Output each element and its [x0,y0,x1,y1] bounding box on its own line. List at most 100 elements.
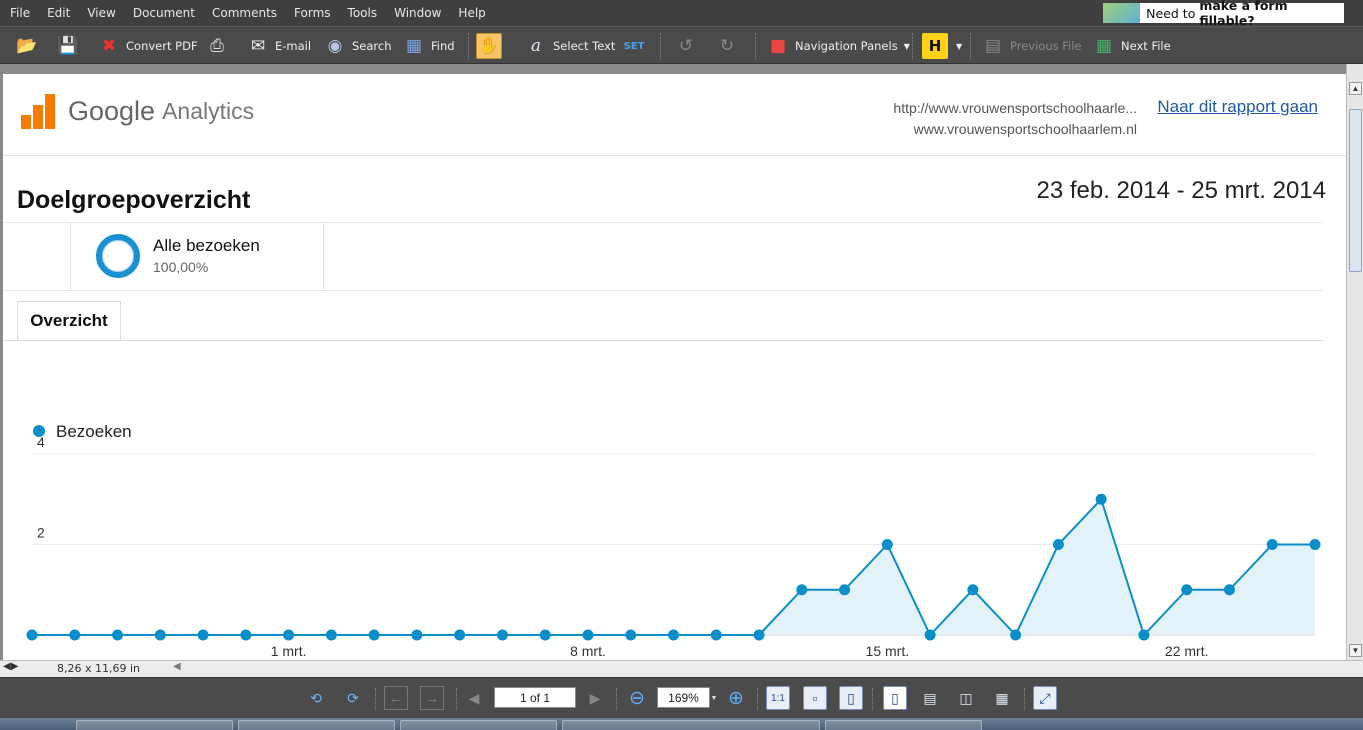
document-area[interactable]: Google Analytics http://www.vrouwensport… [0,64,1363,660]
menu-file[interactable]: File [8,6,32,20]
zoom-field[interactable]: 169% [657,687,710,708]
menu-document[interactable]: Document [131,6,197,20]
search-button[interactable]: ◉ Search [322,31,392,61]
header-divider [3,155,1346,156]
scrollbar-thumb[interactable] [1349,109,1362,272]
taskbar-item[interactable] [562,720,820,730]
segment-name: Alle bezoeken [153,236,260,255]
data-point [1010,629,1022,641]
save-button[interactable]: 💾 [55,31,85,61]
taskbar-item[interactable] [238,720,395,730]
data-point [368,629,380,641]
data-point [1138,629,1150,641]
taskbar-item[interactable] [825,720,982,730]
menu-edit[interactable]: Edit [45,6,72,20]
menu-view[interactable]: View [85,6,117,20]
select-text-icon: a [530,36,542,56]
scroll-up-icon[interactable]: ▲ [1349,82,1362,95]
data-point [539,629,551,641]
hand-tool-button[interactable]: ✋ [476,31,506,61]
resize-handle-icon[interactable]: ◀▶ [3,661,18,672]
previous-page-icon[interactable]: ◀ [462,686,486,710]
continuous-page-icon[interactable]: ▤ [918,686,942,710]
previous-view-icon[interactable]: ← [384,686,408,710]
legend-label: Bezoeken [56,422,132,441]
taskbar-item[interactable] [400,720,557,730]
data-point [881,539,893,550]
data-point [496,629,508,641]
menu-forms[interactable]: Forms [292,6,332,20]
previous-file-icon: ▤ [984,36,1002,56]
highlight-icon: H [922,33,948,59]
data-point [582,629,594,641]
menu-help[interactable]: Help [456,6,487,20]
highlight-button[interactable]: H ▼ [922,31,962,61]
full-screen-icon[interactable]: ⤢ [1033,686,1057,710]
toolbar: 📂 💾 ✖ Convert PDF ⎙ ✉ E-mail ◉ Search ▦ … [0,26,1363,64]
y-tick-label: 2 [37,525,45,541]
page-number-field[interactable]: 1 of 1 [494,687,576,708]
facing-pages-icon[interactable]: ◫ [954,686,978,710]
next-view-icon[interactable]: → [420,686,444,710]
toolbar-separator [912,33,914,59]
single-page-icon[interactable]: ▯ [883,686,907,710]
scroll-left-icon[interactable]: ◀ [173,661,181,672]
email-button[interactable]: ✉ E-mail [245,31,311,61]
menu-tools[interactable]: Tools [346,6,380,20]
chevron-down-icon[interactable]: ▼ [710,686,718,710]
next-page-icon[interactable]: ▶ [583,686,607,710]
menu-comments[interactable]: Comments [210,6,279,20]
actual-size-icon[interactable]: 1:1 [766,686,790,710]
data-point [668,629,679,641]
zoom-in-icon[interactable]: ⊕ [724,686,748,710]
nav-separator [375,688,376,710]
open-button[interactable]: 📂 [14,31,44,61]
navigation-panels-label: Navigation Panels [795,39,898,53]
scroll-down-icon[interactable]: ▼ [1349,644,1362,657]
next-file-button[interactable]: ▦ Next File [1091,31,1171,61]
data-point [240,629,252,641]
google-analytics-logo: Google Analytics [21,94,254,129]
chevron-down-icon: ▼ [903,41,910,51]
ad-prefix: Need to [1146,5,1200,21]
last-page-icon[interactable]: ⟳ [341,686,365,710]
toolbar-separator [468,33,470,59]
find-button[interactable]: ▦ Find [401,31,455,61]
convert-pdf-button[interactable]: ✖ Convert PDF [96,31,198,61]
fit-width-icon[interactable]: ▫ [803,686,827,710]
convert-pdf-label: Convert PDF [126,39,198,53]
vertical-scrollbar[interactable]: ▲ ▼ [1346,64,1363,660]
continuous-facing-icon[interactable]: ▦ [990,686,1014,710]
data-point [197,629,209,641]
rotate-right-button[interactable]: ↻ [714,31,744,61]
nav-separator [757,688,758,710]
taskbar-item[interactable] [76,720,233,730]
first-page-icon[interactable]: ⟲ [304,686,328,710]
tab-overview[interactable]: Overzicht [17,301,121,341]
search-label: Search [352,39,392,53]
segment-percentage: 100,00% [153,259,209,275]
form-fillable-ad[interactable]: Need to make a form fillable? [1103,0,1344,28]
select-text-button[interactable]: a Select Text [523,31,615,61]
data-point [454,629,466,641]
fit-page-icon[interactable]: ▯ [839,686,863,710]
navigation-panels-button[interactable]: ■ Navigation Panels ▼ [765,31,910,61]
rotate-left-button[interactable]: ↺ [673,31,703,61]
data-point [1309,539,1321,550]
print-button[interactable]: ⎙ [204,31,234,61]
logo-analytics-text: Analytics [162,98,255,124]
menu-window[interactable]: Window [392,6,443,20]
data-point [839,584,851,596]
data-point [26,629,38,641]
select-text-label: Select Text [553,39,616,53]
nav-separator [872,688,873,710]
snapshot-button[interactable]: SET [621,31,651,61]
report-link[interactable]: Naar dit rapport gaan [1157,97,1318,117]
previous-file-button[interactable]: ▤ Previous File [980,31,1082,61]
pdf-page: Google Analytics http://www.vrouwensport… [3,74,1346,660]
navigation-bar: ⟲ ⟳ ← → ◀ 1 of 1 ▶ ⊖ 169% ▼ ⊕ 1:1 ▫ ▯ ▯ … [0,677,1363,718]
tab-divider [3,340,1323,341]
navigation-panels-icon: ■ [769,36,787,56]
zoom-out-icon[interactable]: ⊖ [625,686,649,710]
status-bar: ◀▶ 8,26 x 11,69 in ◀ [0,660,1363,677]
